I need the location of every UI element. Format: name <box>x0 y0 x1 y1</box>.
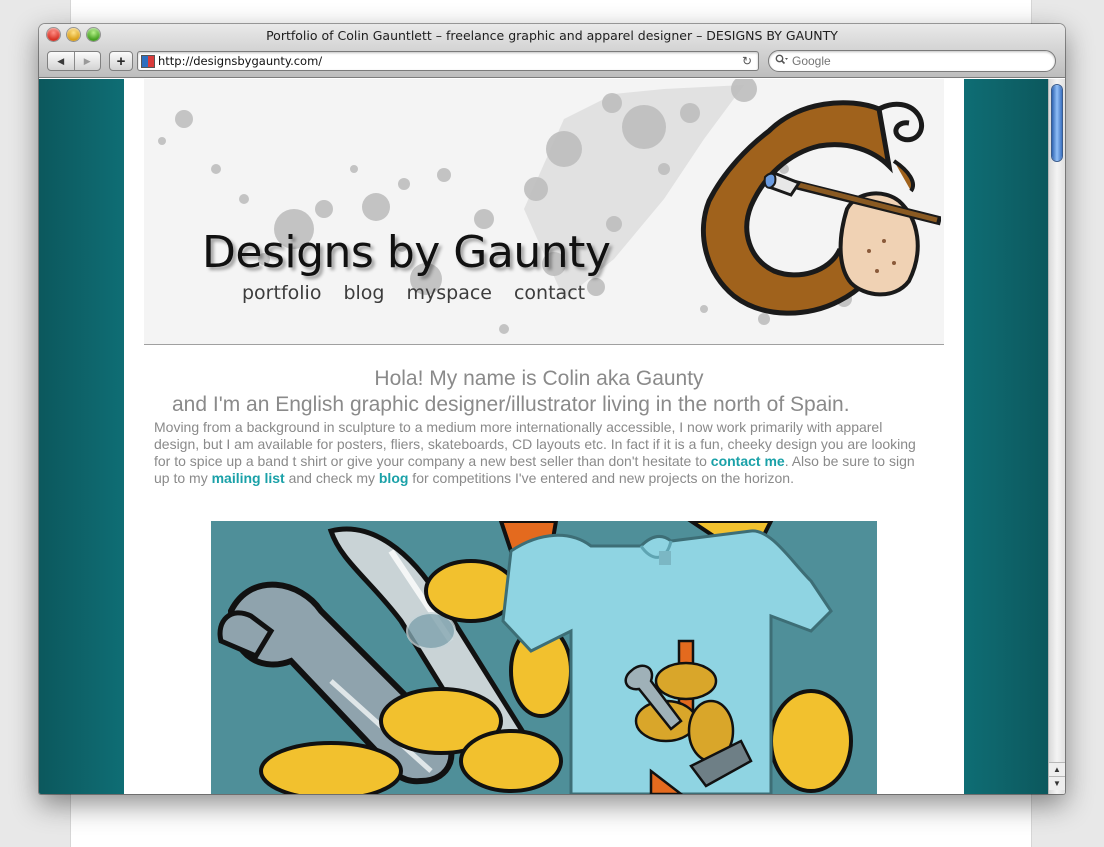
url-text[interactable]: http://designsbygaunty.com/ <box>158 54 739 68</box>
site-favicon-icon <box>141 54 155 68</box>
vertical-scrollbar[interactable]: ▲ ▼ <box>1048 79 1065 794</box>
scrollbar-thumb[interactable] <box>1052 85 1062 161</box>
featured-artwork[interactable] <box>211 521 877 794</box>
intro-text-4: for competitions I've entered and new pr… <box>408 470 794 486</box>
wrench-rope-tshirt-icon <box>211 521 877 794</box>
reload-icon[interactable]: ↻ <box>739 54 755 68</box>
nav-link-portfolio[interactable]: portfolio <box>242 282 321 304</box>
contact-me-link[interactable]: contact me <box>711 453 785 469</box>
site-title: Designs by Gaunty <box>202 227 611 278</box>
address-bar[interactable]: http://designsbygaunty.com/ ↻ <box>137 51 759 71</box>
site-nav: portfolio blog myspace contact <box>242 282 585 304</box>
blog-link[interactable]: blog <box>379 470 409 486</box>
forward-button[interactable]: ▶ <box>73 52 101 70</box>
page-container: Designs by Gaunty portfolio blog myspace… <box>124 79 964 794</box>
web-viewport: Designs by Gaunty portfolio blog myspace… <box>39 79 1048 794</box>
back-button[interactable]: ◀ <box>48 52 74 70</box>
site-header: Designs by Gaunty portfolio blog myspace… <box>144 79 944 345</box>
nav-link-myspace[interactable]: myspace <box>406 282 492 304</box>
add-bookmark-button[interactable]: + <box>109 51 133 71</box>
paintbrush-hand-logo-icon <box>701 100 941 316</box>
window-title: Portfolio of Colin Gauntlett – freelance… <box>266 28 838 43</box>
history-buttons: ◀ ▶ <box>47 51 101 71</box>
browser-toolbar: Portfolio of Colin Gauntlett – freelance… <box>39 24 1065 78</box>
search-field[interactable] <box>768 50 1056 72</box>
nav-link-contact[interactable]: contact <box>514 282 585 304</box>
intro-paragraph: Moving from a background in sculpture to… <box>154 419 924 487</box>
nav-link-blog[interactable]: blog <box>343 282 384 304</box>
mailing-list-link[interactable]: mailing list <box>212 470 285 486</box>
scroll-up-arrow-icon[interactable]: ▲ <box>1049 762 1065 776</box>
intro-heading-line2: and I'm an English graphic designer/illu… <box>172 393 850 416</box>
browser-window: Portfolio of Colin Gauntlett – freelance… <box>39 24 1065 794</box>
intro-text-3: and check my <box>284 470 379 486</box>
intro-section: Hola! My name is Colin aka Gaunty and I'… <box>154 366 924 487</box>
scroll-down-arrow-icon[interactable]: ▼ <box>1049 776 1065 790</box>
search-input[interactable] <box>792 54 1032 68</box>
intro-heading-line1: Hola! My name is Colin aka Gaunty <box>374 367 704 390</box>
search-icon <box>775 54 788 68</box>
